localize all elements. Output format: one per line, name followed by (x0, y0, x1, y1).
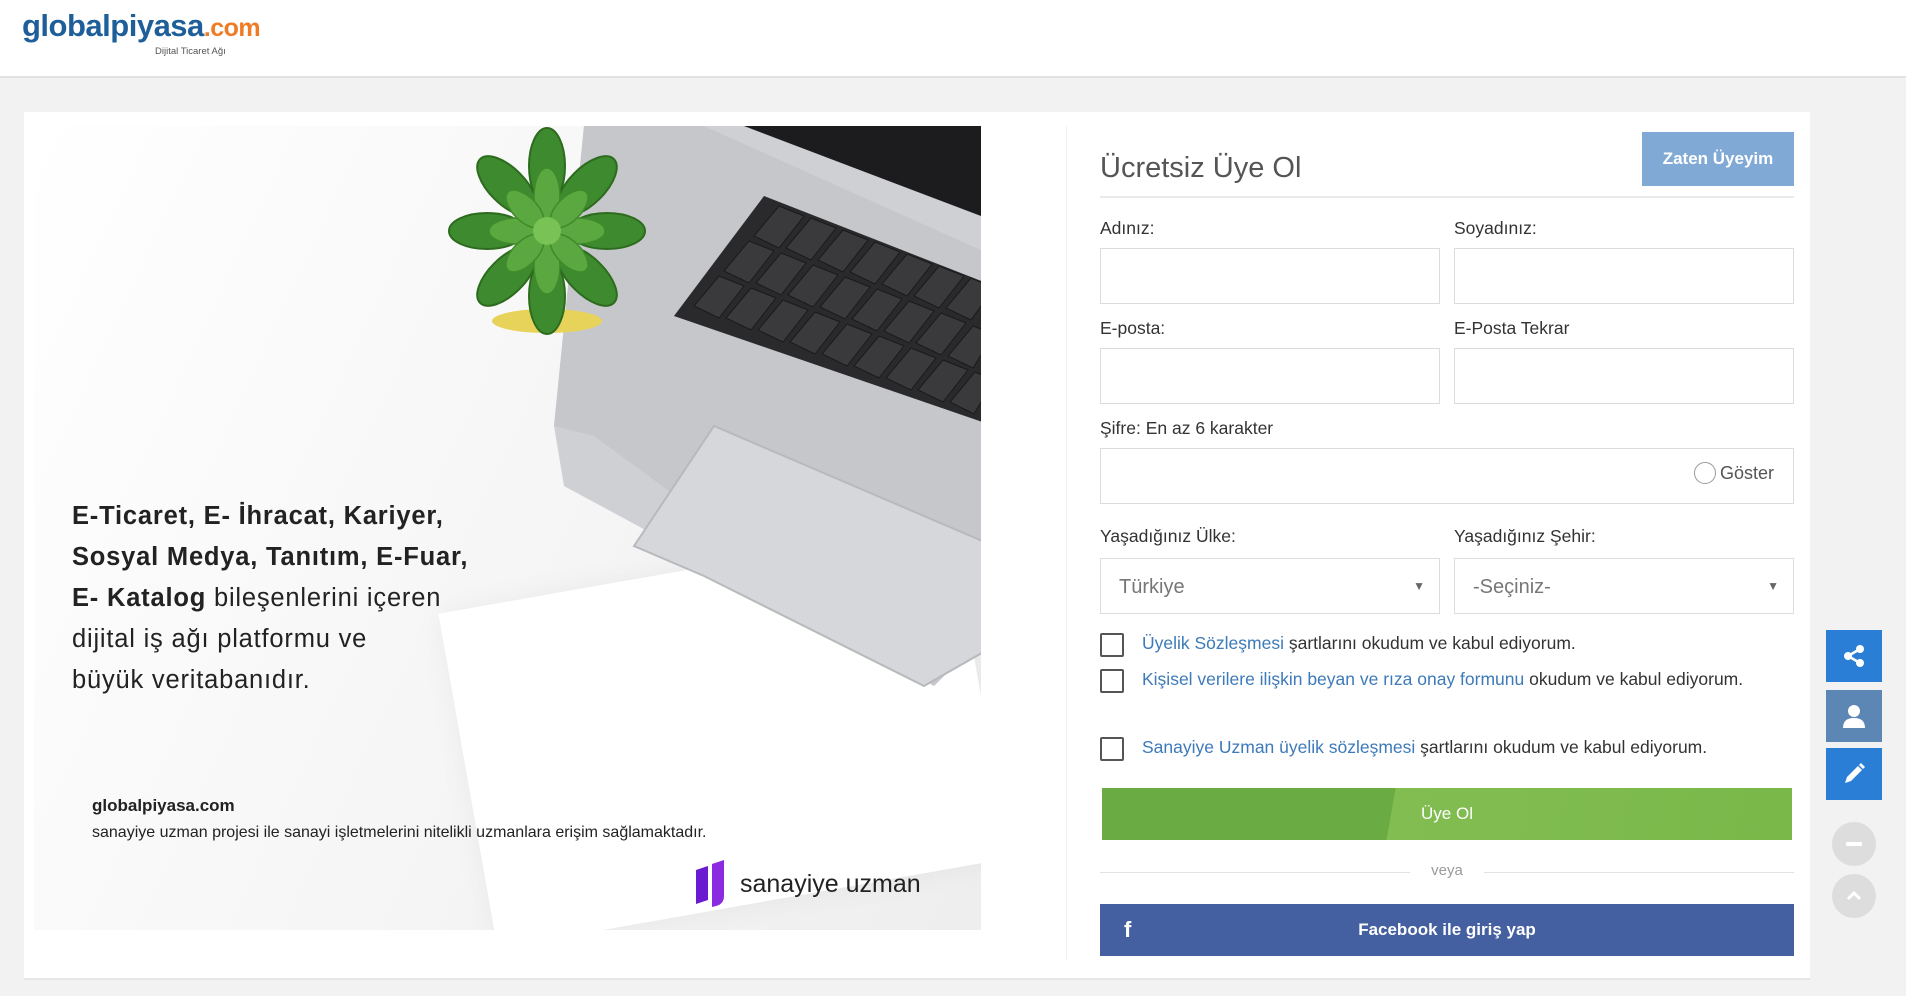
sanayiye-uzman-agreement-link[interactable]: Sanayiye Uzman üyelik sözleşmesi (1142, 737, 1415, 757)
password-input[interactable] (1100, 448, 1794, 504)
pencil-icon (1845, 763, 1865, 783)
personal-data-consent-link[interactable]: Kişisel verilere ilişkin beyan ve rıza o… (1142, 669, 1524, 689)
email-input[interactable] (1100, 348, 1440, 404)
form-title: Ücretsiz Üye Ol (1100, 152, 1302, 184)
membership-agreement-link[interactable]: Üyelik Sözleşmesi (1142, 633, 1284, 653)
promo-banner: E-Ticaret, E- İhracat, Kariyer, Sosyal M… (34, 126, 981, 930)
signup-button[interactable]: Üye Ol (1102, 788, 1792, 840)
agreement-personal-data: Kişisel verilere ilişkin beyan ve rıza o… (1100, 662, 1800, 696)
edit-button[interactable] (1826, 748, 1882, 800)
top-header: globalpiyasa.com Dijital Ticaret Ağı (0, 0, 1906, 78)
scroll-top-button[interactable] (1832, 874, 1876, 918)
membership-agreement-checkbox[interactable] (1100, 633, 1124, 657)
agreement-sanayiye-uzman: Sanayiye Uzman üyelik sözleşmesi şartlar… (1100, 730, 1800, 764)
last-name-input[interactable] (1454, 248, 1794, 304)
user-profile-button[interactable] (1826, 690, 1882, 742)
sanayiye-uzman-agreement-checkbox[interactable] (1100, 737, 1124, 761)
column-divider (1066, 126, 1067, 960)
already-member-button[interactable]: Zaten Üyeyim (1642, 132, 1794, 186)
first-name-label: Adınız: (1100, 218, 1155, 238)
facebook-login-button[interactable]: f Facebook ile giriş yap (1100, 904, 1794, 956)
minus-icon (1846, 842, 1862, 846)
last-name-label: Soyadınız: (1454, 218, 1537, 238)
promo-headline: E-Ticaret, E- İhracat, Kariyer, Sosyal M… (72, 502, 469, 694)
city-select[interactable]: -Seçiniz- ▼ (1454, 558, 1794, 614)
chevron-up-icon (1846, 890, 1862, 901)
password-label: Şifre: En az 6 karakter (1100, 418, 1274, 438)
country-select[interactable]: Türkiye ▼ (1100, 558, 1440, 614)
first-name-input[interactable] (1100, 248, 1440, 304)
promo-footer-title: globalpiyasa.com (92, 796, 235, 815)
email-repeat-label: E-Posta Tekrar (1454, 318, 1570, 338)
city-label: Yaşadığınız Şehir: (1454, 526, 1596, 546)
site-logo[interactable]: globalpiyasa.com Dijital Ticaret Ağı (22, 8, 261, 57)
minimize-button[interactable] (1832, 822, 1876, 866)
dropdown-arrow-icon: ▼ (1767, 579, 1779, 593)
share-icon (1844, 645, 1864, 667)
share-button[interactable] (1826, 630, 1882, 682)
logo-text: globalpiyasa.com (22, 8, 261, 43)
user-icon (1843, 705, 1865, 728)
country-label: Yaşadığınız Ülke: (1100, 526, 1236, 546)
sanayiye-uzman-logo-mark-icon (696, 860, 724, 907)
dropdown-arrow-icon: ▼ (1413, 579, 1425, 593)
logo-subtitle: Dijital Ticaret Ağı (155, 46, 226, 57)
agreement-membership: Üyelik Sözleşmesi şartlarını okudum ve k… (1100, 626, 1800, 660)
show-password-toggle[interactable]: Göster (1694, 462, 1774, 484)
email-label: E-posta: (1100, 318, 1166, 338)
email-repeat-input[interactable] (1454, 348, 1794, 404)
show-password-radio[interactable] (1694, 462, 1716, 484)
sanayiye-uzman-logo: sanayiye uzman (692, 860, 921, 908)
promo-footer-text: sanayiye uzman projesi ile sanayi işletm… (92, 824, 707, 841)
or-separator: veya (1100, 862, 1794, 882)
succulent-plant-image (448, 127, 646, 335)
personal-data-checkbox[interactable] (1100, 669, 1124, 693)
